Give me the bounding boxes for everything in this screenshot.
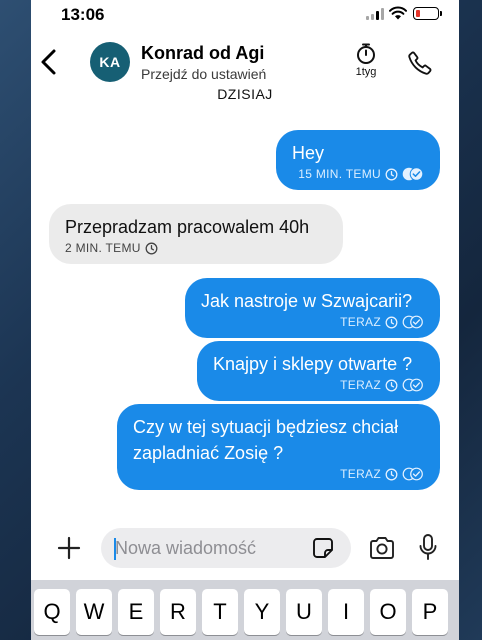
message-bubble-outgoing[interactable]: Jak nastroje w Szwajcarii? TERAZ bbox=[185, 278, 440, 338]
keyboard-row: Q W E R T Y U I O P bbox=[34, 589, 448, 635]
message-bubble-outgoing[interactable]: Czy w tej sytuacji będziesz chciał zapla… bbox=[117, 404, 440, 490]
message-text: Jak nastroje w Szwajcarii? bbox=[201, 291, 413, 311]
key-e[interactable]: E bbox=[118, 589, 154, 635]
chevron-left-icon bbox=[41, 49, 56, 75]
status-bar: 13:06 bbox=[31, 0, 459, 28]
plus-icon bbox=[57, 536, 81, 560]
call-button[interactable] bbox=[407, 50, 433, 76]
message-bubble-outgoing[interactable]: Hey 15 MIN. TEMU bbox=[276, 130, 440, 190]
stopwatch-icon bbox=[357, 43, 375, 64]
message-time: 15 MIN. TEMU bbox=[298, 167, 381, 181]
key-i[interactable]: I bbox=[328, 589, 364, 635]
message-time: TERAZ bbox=[340, 315, 381, 329]
key-y[interactable]: Y bbox=[244, 589, 280, 635]
clock-icon bbox=[385, 168, 398, 180]
battery-icon bbox=[413, 7, 442, 20]
phone-screen: 13:06 KA Konrad od Agi Przejdź do ustawi… bbox=[31, 0, 459, 640]
key-p[interactable]: P bbox=[412, 589, 448, 635]
sticker-button[interactable] bbox=[311, 536, 335, 560]
date-divider: DZISIAJ bbox=[217, 86, 273, 102]
message-bubble-outgoing[interactable]: Knajpy i sklepy otwarte ? TERAZ bbox=[197, 341, 440, 401]
message-time: TERAZ bbox=[340, 378, 381, 392]
camera-icon bbox=[370, 537, 394, 559]
keyboard: Q W E R T Y U I O P bbox=[31, 580, 459, 640]
compose-bar bbox=[31, 522, 459, 578]
message-time: TERAZ bbox=[340, 467, 381, 481]
camera-button[interactable] bbox=[368, 535, 396, 561]
clock-icon bbox=[385, 379, 398, 391]
microphone-icon bbox=[419, 534, 437, 560]
message-meta: 15 MIN. TEMU bbox=[292, 167, 424, 181]
clock-icon bbox=[385, 468, 398, 480]
message-text: Hey bbox=[292, 143, 325, 163]
text-cursor bbox=[114, 538, 116, 560]
back-button[interactable] bbox=[37, 44, 61, 80]
delivered-icon bbox=[402, 315, 423, 329]
status-time: 13:06 bbox=[61, 5, 105, 24]
contact-name[interactable]: Konrad od Agi bbox=[141, 43, 264, 64]
message-text: Przepradzam pracowalem 40h bbox=[65, 217, 310, 237]
voice-message-button[interactable] bbox=[418, 533, 438, 563]
key-t[interactable]: T bbox=[202, 589, 238, 635]
wifi-icon bbox=[389, 6, 407, 20]
delivered-icon bbox=[402, 467, 423, 481]
message-meta: 2 MIN. TEMU bbox=[65, 241, 327, 255]
clock-icon bbox=[145, 242, 158, 254]
message-text: Knajpy i sklepy otwarte ? bbox=[213, 354, 413, 374]
message-bubble-incoming[interactable]: Przepradzam pracowalem 40h 2 MIN. TEMU bbox=[49, 204, 343, 264]
key-q[interactable]: Q bbox=[34, 589, 70, 635]
message-meta: TERAZ bbox=[213, 378, 424, 392]
timer-label: 1tyg bbox=[355, 66, 377, 78]
message-time: 2 MIN. TEMU bbox=[65, 241, 141, 255]
message-meta: TERAZ bbox=[201, 315, 424, 329]
signal-icon bbox=[366, 8, 384, 20]
key-u[interactable]: U bbox=[286, 589, 322, 635]
message-text: Czy w tej sytuacji będziesz chciał zapla… bbox=[133, 417, 399, 463]
message-meta: TERAZ bbox=[133, 467, 424, 481]
delivered-icon bbox=[402, 378, 423, 392]
avatar[interactable]: KA bbox=[90, 42, 130, 82]
add-attachment-button[interactable] bbox=[55, 534, 83, 562]
key-r[interactable]: R bbox=[160, 589, 196, 635]
key-w[interactable]: W bbox=[76, 589, 112, 635]
read-receipt-icon bbox=[402, 167, 424, 181]
chat-header: KA Konrad od Agi Przejdź do ustawień 1ty… bbox=[31, 32, 459, 92]
phone-icon bbox=[408, 51, 432, 75]
contact-settings-link[interactable]: Przejdź do ustawień bbox=[141, 66, 266, 82]
sticker-icon bbox=[313, 538, 333, 558]
key-o[interactable]: O bbox=[370, 589, 406, 635]
disappearing-timer-button[interactable]: 1tyg bbox=[349, 42, 383, 82]
clock-icon bbox=[385, 316, 398, 328]
